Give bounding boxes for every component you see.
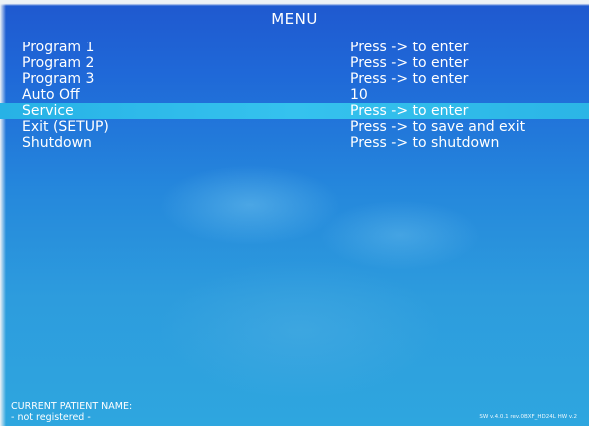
menu-item-value: Press -> to enter — [350, 71, 469, 87]
menu-item-value: Press -> to enter — [350, 42, 469, 55]
current-patient-label: CURRENT PATIENT NAME: — [11, 401, 133, 412]
menu-item-exit-setup[interactable]: Exit (SETUP) Press -> to save and exit — [0, 119, 589, 135]
menu-item-label: Exit (SETUP) — [22, 119, 109, 135]
menu-item-value: Press -> to shutdown — [350, 135, 500, 151]
menu-item-label: Program 2 — [22, 55, 95, 71]
menu-item-value: Press -> to enter — [350, 55, 469, 71]
menu-item-program-1[interactable]: Program 1 Press -> to enter — [0, 42, 589, 55]
menu-item-program-2[interactable]: Program 2 Press -> to enter — [0, 55, 589, 71]
menu-item-value: 10 — [350, 87, 368, 103]
menu-item-label: Shutdown — [22, 135, 92, 151]
menu-item-label: Auto Off — [22, 87, 80, 103]
menu-item-label: Program 1 — [22, 42, 95, 55]
menu-title: MENU — [271, 10, 318, 28]
current-patient-value: - not registered - — [11, 412, 91, 423]
menu-item-value: Press -> to enter — [350, 103, 469, 119]
menu-item-value: Press -> to save and exit — [350, 119, 526, 135]
menu-item-shutdown[interactable]: Shutdown Press -> to shutdown — [0, 135, 589, 151]
menu-list: Program 1 Press -> to enter Program 2 Pr… — [0, 42, 589, 151]
menu-item-program-3[interactable]: Program 3 Press -> to enter — [0, 71, 589, 87]
menu-item-label: Program 3 — [22, 71, 95, 87]
menu-item-label: Service — [22, 103, 74, 119]
software-version-info: SW v.4.0.1 rev.0BXF_HD24L HW v.2 — [479, 414, 577, 420]
screen-bezel-top — [0, 0, 589, 6]
menu-item-auto-off[interactable]: Auto Off 10 — [0, 87, 589, 103]
menu-item-service[interactable]: Service Press -> to enter — [0, 103, 589, 119]
